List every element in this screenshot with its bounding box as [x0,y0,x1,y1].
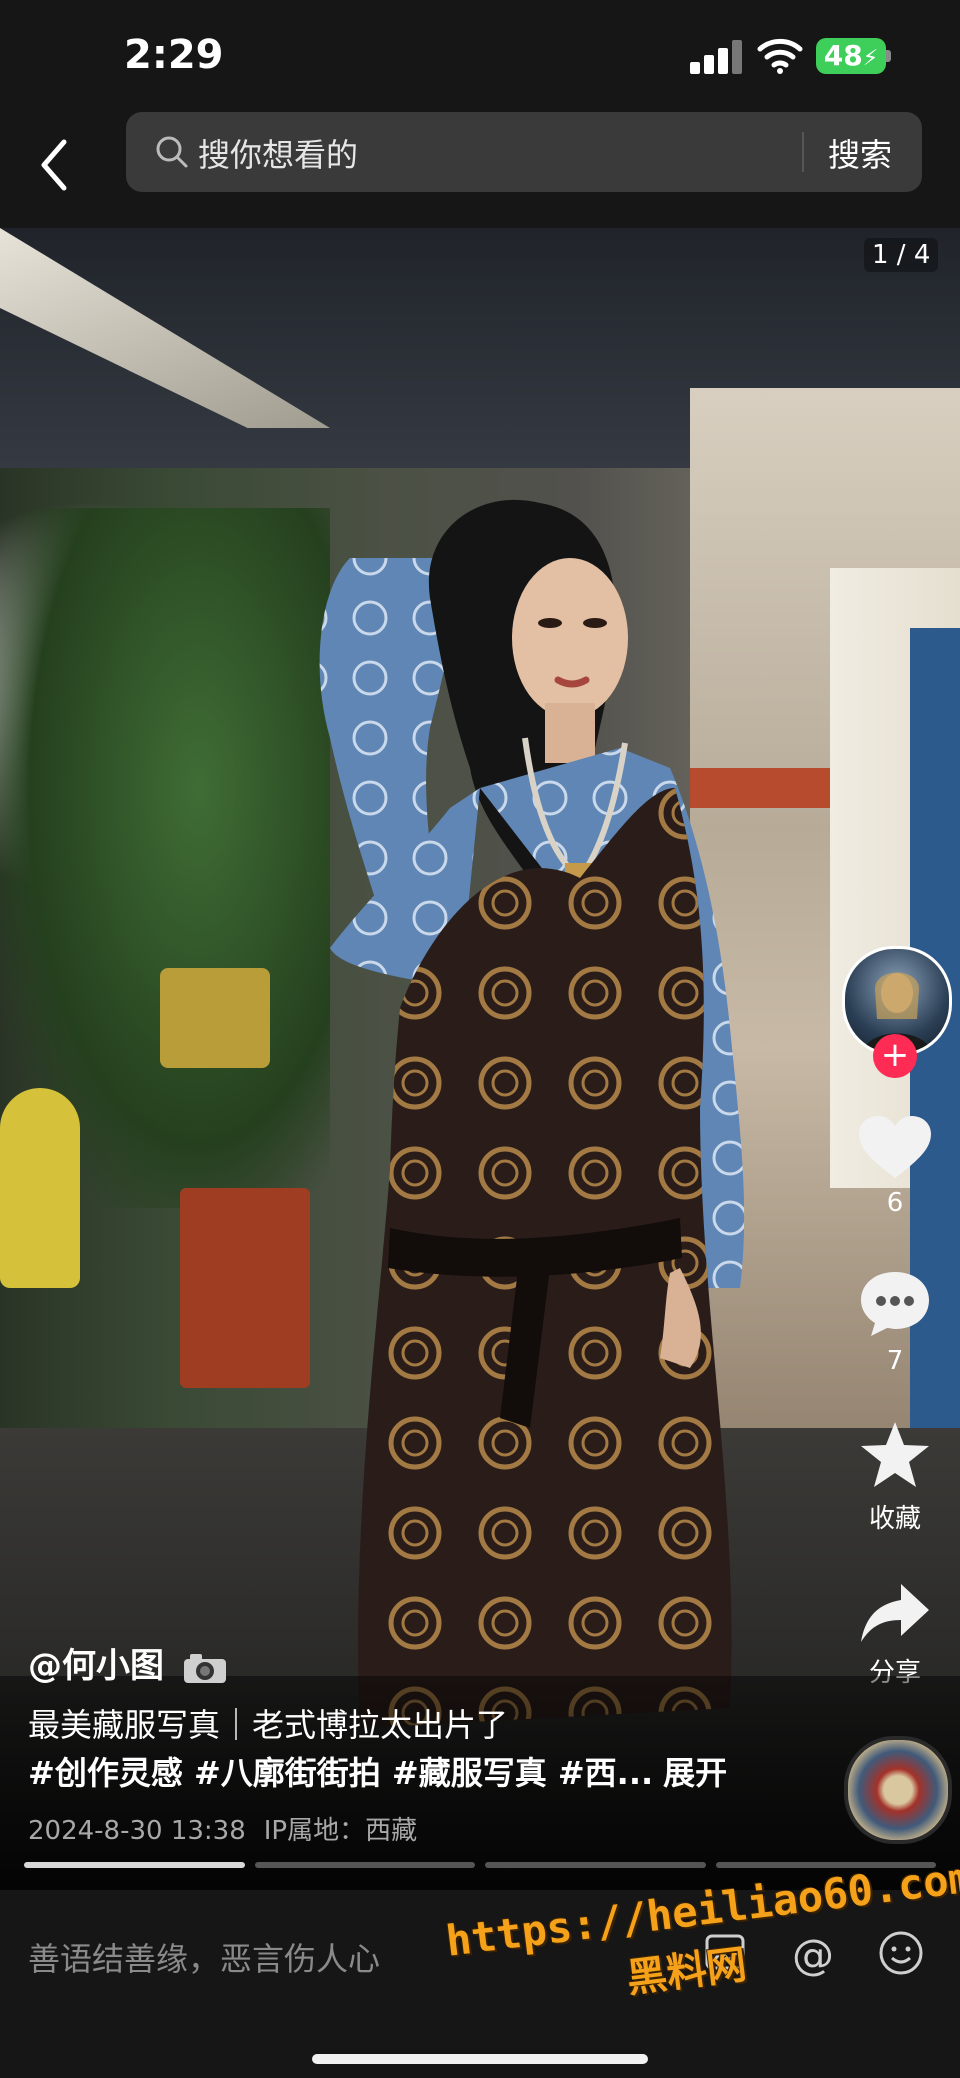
post-title: 最美藏服写真｜老式博拉太出片了 [28,1706,509,1744]
status-time: 2:29 [124,32,224,78]
post-hashtags[interactable]: #创作灵感 #八廓街街拍 #藏服写真 #西... 展开 [28,1748,727,1794]
comment-bubble-icon [861,1272,929,1336]
cellular-signal-icon [690,40,746,74]
music-disc[interactable] [844,1736,952,1844]
back-arrow-icon[interactable] [30,130,80,200]
photo-pot [160,968,270,1068]
comment-input[interactable]: 善语结善缘，恶言伤人心 [28,1934,380,1980]
follow-plus-button[interactable]: + [873,1034,917,1078]
search-button[interactable]: 搜索 [828,130,892,176]
like-count: 6 [886,1188,904,1218]
search-bar[interactable]: 搜你想看的 搜索 [126,112,922,192]
expand-caption-button[interactable]: 展开 [663,1754,727,1792]
screen: 2:29 48⚡ 搜你想看的 搜索 1 / 4 + 6 7 收藏 分享 @何小图… [0,0,960,2078]
battery-indicator: 48⚡ [816,38,886,74]
woman-in-tibetan-dress-figure [319,499,745,1728]
home-indicator [312,2054,648,2064]
camera-emoji-icon [183,1653,226,1683]
post-date: 2024-8-30 13:38 [28,1816,246,1846]
image-progress-bar [24,1862,936,1868]
hashtag-list[interactable]: #创作灵感 #八廓街街拍 #藏服写真 #西... [28,1754,653,1792]
author-name-row[interactable]: @何小图 [28,1638,228,1687]
wifi-icon [757,38,803,74]
heart-icon [859,1116,931,1178]
progress-segment [254,1862,475,1868]
favorite-button[interactable]: 收藏 [840,1420,950,1535]
search-input[interactable]: 搜你想看的 [198,130,358,176]
battery-level: 48 [823,39,863,72]
favorite-label: 收藏 [868,1504,921,1534]
author-name[interactable]: @何小图 [28,1646,164,1686]
share-button[interactable]: 分享 [840,1582,950,1689]
photo-bucket [0,1088,80,1288]
progress-segment [24,1862,245,1868]
search-header: 搜你想看的 搜索 [0,110,960,228]
image-page-indicator: 1 / 4 [864,238,939,272]
battery-tip [886,50,891,62]
search-divider [802,132,804,172]
search-icon [156,136,188,168]
comment-button[interactable]: 7 [840,1268,950,1376]
progress-segment [485,1862,706,1868]
post-meta: 2024-8-30 13:38 IP属地：西藏 [28,1810,435,1847]
share-arrow-icon [861,1584,929,1642]
like-button[interactable]: 6 [840,1114,950,1218]
status-bar: 2:29 48⚡ [0,0,960,110]
ip-location: IP属地：西藏 [263,1816,418,1846]
star-icon [861,1422,929,1487]
comment-count: 7 [886,1346,904,1376]
